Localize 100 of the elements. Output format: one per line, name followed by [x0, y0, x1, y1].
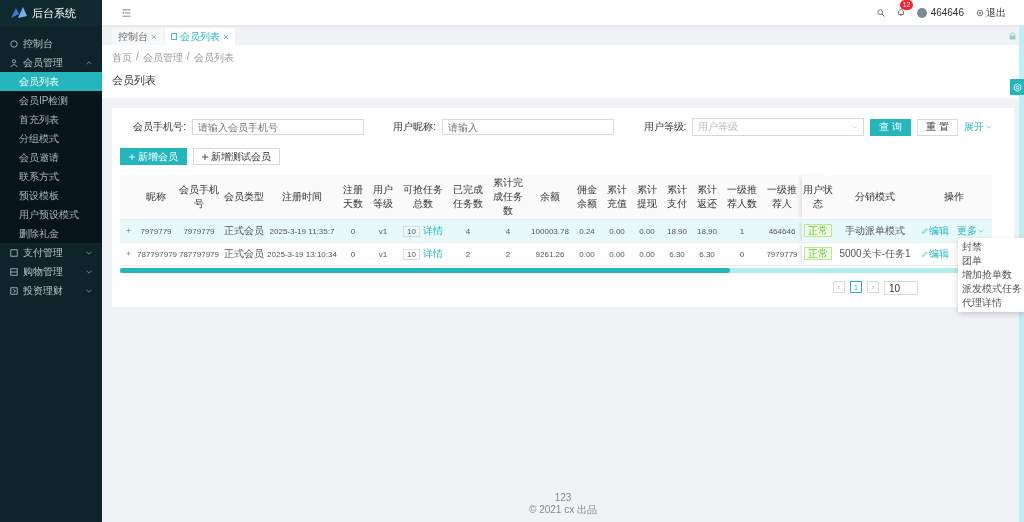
- sidebar-subitem[interactable]: 首充列表: [0, 110, 102, 129]
- expand-icon[interactable]: [124, 226, 132, 234]
- table-cell: v1: [368, 242, 398, 266]
- column-header: 已完成任务数: [448, 175, 488, 220]
- menu-item-icon: [10, 58, 18, 67]
- column-header: 余额: [528, 175, 572, 220]
- table-cell: 7979779: [176, 219, 222, 243]
- table-cell: 0.00: [632, 219, 662, 243]
- expand-icon[interactable]: [124, 249, 132, 257]
- column-header: 累计充值: [602, 175, 632, 220]
- table-cell: 2: [448, 242, 488, 266]
- tab[interactable]: 控制台: [112, 28, 163, 45]
- column-header: 累计支付: [662, 175, 692, 220]
- column-header: 分销模式: [834, 175, 916, 220]
- add-button[interactable]: 新增测试会员: [193, 148, 280, 165]
- menu-item[interactable]: 封禁: [958, 240, 1024, 254]
- sidebar-item[interactable]: 支付管理: [0, 243, 102, 262]
- menu-item[interactable]: 团单: [958, 254, 1024, 268]
- bell-icon[interactable]: [896, 8, 905, 16]
- table-cell: 5000关卡-任务1: [834, 242, 916, 266]
- table-cell: 正式会员: [222, 242, 266, 266]
- column-header: 注册时间: [266, 175, 338, 220]
- menu-item-icon: [10, 267, 18, 276]
- sidebar-subitem[interactable]: 用户预设模式: [0, 205, 102, 224]
- sidebar-subitem[interactable]: 分组模式: [0, 129, 102, 148]
- chevron-icon: [852, 125, 859, 129]
- table-cell: 1: [722, 219, 762, 243]
- table-cell: 6.30: [662, 242, 692, 266]
- field-label: 用户等级:: [642, 120, 687, 134]
- breadcrumb-separator: /: [136, 51, 139, 64]
- page-size-select[interactable]: 10: [884, 281, 918, 295]
- table-cell: 787797979: [136, 242, 176, 266]
- table-cell: 9261.26: [528, 242, 572, 266]
- logout-link[interactable]: 退出: [986, 5, 1006, 20]
- column-header: 会员类型: [222, 175, 266, 220]
- sidebar-item[interactable]: 控制台: [0, 34, 102, 53]
- page-title: 会员列表: [112, 73, 157, 88]
- table-cell: 0: [338, 242, 368, 266]
- table-cell: 2025-3-19 13:10:34: [266, 242, 338, 266]
- table-cell: 464646: [762, 219, 802, 243]
- table-cell: 100003.78: [528, 219, 572, 243]
- copyright-text: © 2021 cx 出品: [528, 504, 598, 516]
- table-cell: 0.00: [602, 219, 632, 243]
- sidebar-item[interactable]: 会员管理: [0, 53, 102, 72]
- column-header: 昵称: [136, 175, 176, 220]
- column-header: 累计返还: [692, 175, 722, 220]
- column-header: 累计完成任务数: [488, 175, 528, 220]
- logo-text: 后台系统: [32, 5, 76, 21]
- column-header: 一级推荐人数: [722, 175, 762, 220]
- column-header: 累计提现: [632, 175, 662, 220]
- count-badge: 10: [403, 226, 420, 237]
- sidebar-subitem[interactable]: 预设模板: [0, 186, 102, 205]
- table-cell: 4: [488, 219, 528, 243]
- menu-item[interactable]: 增加抢单数: [958, 268, 1024, 282]
- table-cell: 0: [338, 219, 368, 243]
- column-header: 佣金余额: [572, 175, 602, 220]
- table-cell: 0.00: [602, 242, 632, 266]
- column-header: 操作: [916, 175, 992, 220]
- sidebar-item[interactable]: 投资理财: [0, 281, 102, 300]
- avatar[interactable]: [916, 7, 927, 18]
- settings-button[interactable]: [1010, 79, 1024, 95]
- menu-icon[interactable]: [122, 8, 131, 17]
- lock-icon[interactable]: [1009, 32, 1016, 40]
- sidebar-subitem[interactable]: 联系方式: [0, 167, 102, 186]
- sidebar-subitem[interactable]: 会员IP检测: [0, 91, 102, 110]
- sidebar-item[interactable]: 购物管理: [0, 262, 102, 281]
- chevron-icon: [978, 228, 984, 234]
- pencil-icon: [922, 228, 928, 234]
- chevron-icon: [986, 125, 992, 129]
- input-field[interactable]: 请输入: [442, 119, 615, 135]
- logo-icon: [10, 6, 28, 20]
- table-cell: 4: [448, 219, 488, 243]
- menu-item[interactable]: 代理详情: [958, 296, 1024, 310]
- search-icon[interactable]: [876, 8, 885, 17]
- table-cell: 7979779: [762, 242, 802, 266]
- status-tag: 正常: [804, 224, 832, 237]
- count-badge: 10: [403, 249, 420, 260]
- menu-item[interactable]: 派发模式任务: [958, 282, 1024, 296]
- column-header: 用户等级: [368, 175, 398, 220]
- table-cell: 0.24: [572, 219, 602, 243]
- column-header: 会员手机号: [176, 175, 222, 220]
- document-icon: [171, 33, 177, 40]
- pencil-icon: [922, 251, 928, 257]
- close-icon[interactable]: [151, 33, 157, 40]
- breadcrumb-item: 会员列表: [193, 51, 234, 65]
- table-cell: 6.30: [692, 242, 722, 266]
- table-cell: 787797979: [176, 242, 222, 266]
- sidebar-subitem[interactable]: 删除礼金: [0, 224, 102, 243]
- status-tag: 正常: [804, 247, 832, 260]
- column-header: 一级推荐人: [762, 175, 802, 220]
- reset-button[interactable]: 重 置: [917, 118, 958, 136]
- table-cell: 18.90: [692, 219, 722, 243]
- username[interactable]: 464646: [930, 7, 964, 18]
- table-cell: 2: [488, 242, 528, 266]
- input-field[interactable]: 请输入会员手机号: [192, 119, 365, 135]
- plus-icon: [129, 153, 135, 160]
- plus-icon: [202, 153, 208, 160]
- table-cell: 正式会员: [222, 219, 266, 243]
- sidebar-subitem[interactable]: 会员邀请: [0, 148, 102, 167]
- close-icon[interactable]: [223, 33, 229, 40]
